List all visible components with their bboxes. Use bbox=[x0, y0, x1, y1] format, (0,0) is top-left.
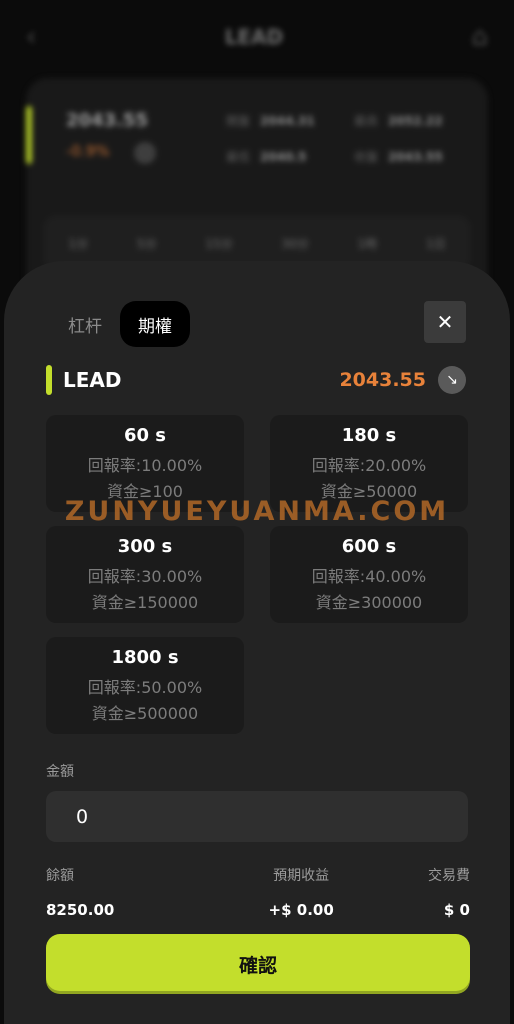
option-return-rate: 回報率:50.00% bbox=[87, 678, 203, 697]
option-return-rate: 回報率:40.00% bbox=[311, 567, 427, 586]
mode-tabs: 杠杆 期權 bbox=[50, 301, 190, 347]
option-min-funds: 資金≥300000 bbox=[315, 593, 423, 612]
trend-down-icon: ↘ bbox=[438, 366, 466, 394]
duration-options: 60 s 回報率:10.00% 資金≥100 180 s 回報率:20.00% … bbox=[46, 415, 470, 734]
accent-bar bbox=[26, 106, 32, 164]
market-change: -0.9% bbox=[66, 142, 110, 160]
header: ‹ LEAD ⌂ bbox=[0, 0, 514, 74]
option-duration: 600 s bbox=[341, 536, 397, 557]
fee-label: 交易費 bbox=[427, 868, 470, 884]
stat-open: 開盤 2044.31 bbox=[226, 114, 315, 128]
option-return-rate: 回報率:20.00% bbox=[311, 456, 427, 475]
fee-col: 交易費 $ 0 bbox=[428, 865, 470, 919]
expected-value: +$ 0.00 bbox=[268, 901, 334, 919]
option-1800s[interactable]: 1800 s 回報率:50.00% 資金≥500000 bbox=[46, 637, 244, 734]
option-min-funds: 資金≥50000 bbox=[320, 482, 418, 501]
order-summary: 餘額 8250.00 預期收益 +$ 0.00 交易費 $ 0 bbox=[46, 865, 470, 919]
option-return-rate: 回報率:30.00% bbox=[87, 567, 203, 586]
option-300s[interactable]: 300 s 回報率:30.00% 資金≥150000 bbox=[46, 526, 244, 623]
option-return-rate: 回報率:10.00% bbox=[87, 456, 203, 475]
page-title: LEAD bbox=[224, 25, 284, 49]
stat-low: 最低 2040.5 bbox=[226, 150, 307, 164]
tab-1h[interactable]: 1時 bbox=[358, 235, 378, 252]
change-icon bbox=[134, 142, 156, 164]
tab-30m[interactable]: 30分 bbox=[281, 235, 308, 252]
stat-high: 最高 2052.22 bbox=[354, 114, 443, 128]
expected-label: 預期收益 bbox=[273, 868, 330, 884]
tab-5m[interactable]: 5分 bbox=[137, 235, 157, 252]
fee-value: $ 0 bbox=[443, 901, 470, 919]
amount-label: 金額 bbox=[46, 764, 74, 780]
balance-col: 餘額 8250.00 bbox=[46, 865, 114, 919]
home-icon[interactable]: ⌂ bbox=[471, 22, 488, 52]
stat-close: 收盤 2043.55 bbox=[354, 150, 443, 164]
tab-leverage[interactable]: 杠杆 bbox=[50, 301, 120, 347]
close-icon: ✕ bbox=[436, 310, 454, 334]
balance-label: 餘額 bbox=[46, 868, 74, 884]
market-price: 2043.55 bbox=[66, 110, 148, 131]
option-duration: 300 s bbox=[117, 536, 173, 557]
option-min-funds: 資金≥100 bbox=[107, 482, 183, 501]
option-180s[interactable]: 180 s 回報率:20.00% 資金≥50000 bbox=[270, 415, 468, 512]
symbol-name: LEAD bbox=[63, 368, 122, 392]
amount-input[interactable] bbox=[46, 791, 468, 842]
back-icon[interactable]: ‹ bbox=[26, 22, 36, 52]
tab-options[interactable]: 期權 bbox=[120, 301, 190, 347]
close-button[interactable]: ✕ bbox=[424, 301, 466, 343]
option-min-funds: 資金≥500000 bbox=[91, 704, 199, 723]
symbol-accent-bar bbox=[46, 365, 52, 395]
option-60s[interactable]: 60 s 回報率:10.00% 資金≥100 bbox=[46, 415, 244, 512]
symbol-row: LEAD 2043.55 ↘ bbox=[46, 364, 466, 396]
tab-1d[interactable]: 1日 bbox=[426, 235, 446, 252]
confirm-button[interactable]: 確認 bbox=[46, 934, 470, 994]
balance-value: 8250.00 bbox=[46, 901, 115, 919]
tab-1m[interactable]: 1分 bbox=[68, 235, 88, 252]
symbol-price: 2043.55 bbox=[339, 369, 426, 391]
option-min-funds: 資金≥150000 bbox=[91, 593, 199, 612]
option-600s[interactable]: 600 s 回報率:40.00% 資金≥300000 bbox=[270, 526, 468, 623]
expected-col: 預期收益 +$ 0.00 bbox=[269, 865, 334, 919]
option-duration: 180 s bbox=[341, 425, 397, 446]
tab-15m[interactable]: 15分 bbox=[205, 235, 232, 252]
option-duration: 60 s bbox=[123, 425, 167, 446]
order-sheet: 杠杆 期權 ✕ LEAD 2043.55 ↘ 60 s 回報率:10.00% 資… bbox=[4, 261, 510, 1024]
option-duration: 1800 s bbox=[111, 647, 179, 668]
